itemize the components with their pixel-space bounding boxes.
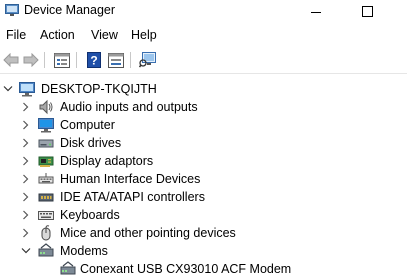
window-title: Device Manager — [24, 3, 116, 17]
help-icon: ? — [87, 52, 101, 68]
computer-icon — [19, 82, 35, 97]
scan-hardware-icon — [139, 52, 156, 68]
tree-item-disk-drives[interactable]: Disk drives — [0, 134, 407, 152]
device-manager-icon — [5, 4, 19, 16]
expand-chevron-icon[interactable] — [20, 118, 32, 132]
collapse-chevron-icon[interactable] — [20, 244, 32, 258]
ide-controller-icon — [38, 193, 54, 202]
mouse-icon — [41, 225, 51, 241]
menu-action[interactable]: Action — [40, 28, 75, 42]
tree-item-label: Computer — [60, 118, 115, 132]
toolbar-separator — [76, 52, 77, 68]
expand-chevron-icon[interactable] — [20, 172, 32, 186]
forward-button[interactable] — [21, 51, 41, 69]
update-driver-button[interactable] — [106, 51, 126, 69]
update-driver-icon — [108, 52, 124, 68]
tree-item-human-interface-devices[interactable]: Human Interface Devices — [0, 170, 407, 188]
back-button[interactable] — [1, 51, 21, 69]
tree-item-computer[interactable]: Computer — [0, 116, 407, 134]
maximize-icon — [361, 5, 373, 17]
tree-item-modems[interactable]: Modems — [0, 242, 407, 260]
tree-item-keyboards[interactable]: Keyboards — [0, 206, 407, 224]
monitor-icon — [38, 118, 54, 133]
tree-child-modem[interactable]: Conexant USB CX93010 ACF Modem — [0, 260, 407, 278]
toolbar: ? — [0, 47, 407, 74]
svg-text:?: ? — [90, 54, 97, 68]
scan-hardware-button[interactable] — [138, 51, 158, 69]
tree-item-label: Display adaptors — [60, 154, 154, 168]
properties-icon — [54, 52, 70, 68]
keyboard-hid-icon — [38, 173, 54, 184]
minimize-button[interactable] — [293, 0, 339, 22]
toolbar-separator — [44, 52, 45, 68]
help-button[interactable]: ? — [84, 51, 104, 69]
modem-icon — [60, 261, 76, 275]
minimize-icon — [311, 11, 321, 13]
tree-item-label: Disk drives — [60, 136, 122, 150]
keyboard-icon — [38, 211, 54, 220]
tree-child-label: Conexant USB CX93010 ACF Modem — [80, 262, 292, 276]
tree-item-label: Mice and other pointing devices — [60, 226, 236, 240]
expand-chevron-icon[interactable] — [20, 100, 32, 114]
collapse-chevron-icon[interactable] — [2, 82, 14, 96]
tree-item-label: Audio inputs and outputs — [60, 100, 198, 114]
tree-item-label: Human Interface Devices — [60, 172, 201, 186]
tree-root[interactable]: DESKTOP-TKQIJTH — [0, 80, 407, 98]
menu-help[interactable]: Help — [131, 28, 157, 42]
expand-chevron-icon[interactable] — [20, 154, 32, 168]
modem-icon — [38, 243, 54, 257]
maximize-button[interactable] — [344, 0, 390, 22]
speaker-icon — [39, 99, 53, 115]
tree-item-label: Keyboards — [60, 208, 120, 222]
back-arrow-icon — [3, 53, 19, 67]
title-bar: Device Manager — [0, 0, 407, 22]
expand-chevron-icon[interactable] — [20, 226, 32, 240]
menu-bar: File Action View Help — [0, 25, 407, 45]
forward-arrow-icon — [23, 53, 39, 67]
tree-item-display-adaptors[interactable]: Display adaptors — [0, 152, 407, 170]
tree-item-label: IDE ATA/ATAPI controllers — [60, 190, 205, 204]
display-adapter-icon — [38, 156, 54, 167]
properties-button[interactable] — [52, 51, 72, 69]
menu-view[interactable]: View — [91, 28, 118, 42]
expand-chevron-icon[interactable] — [20, 208, 32, 222]
menu-file[interactable]: File — [6, 28, 26, 42]
tree-root-label: DESKTOP-TKQIJTH — [41, 82, 157, 96]
tree-item-mice-and-other-pointing-devices[interactable]: Mice and other pointing devices — [0, 224, 407, 242]
expand-chevron-icon[interactable] — [20, 136, 32, 150]
disk-drive-icon — [38, 139, 54, 148]
tree-item-label: Modems — [60, 244, 108, 258]
tree-item-audio-inputs-and-outputs[interactable]: Audio inputs and outputs — [0, 98, 407, 116]
toolbar-separator — [130, 52, 131, 68]
tree-item-ide-ata-atapi-controllers[interactable]: IDE ATA/ATAPI controllers — [0, 188, 407, 206]
expand-chevron-icon[interactable] — [20, 190, 32, 204]
